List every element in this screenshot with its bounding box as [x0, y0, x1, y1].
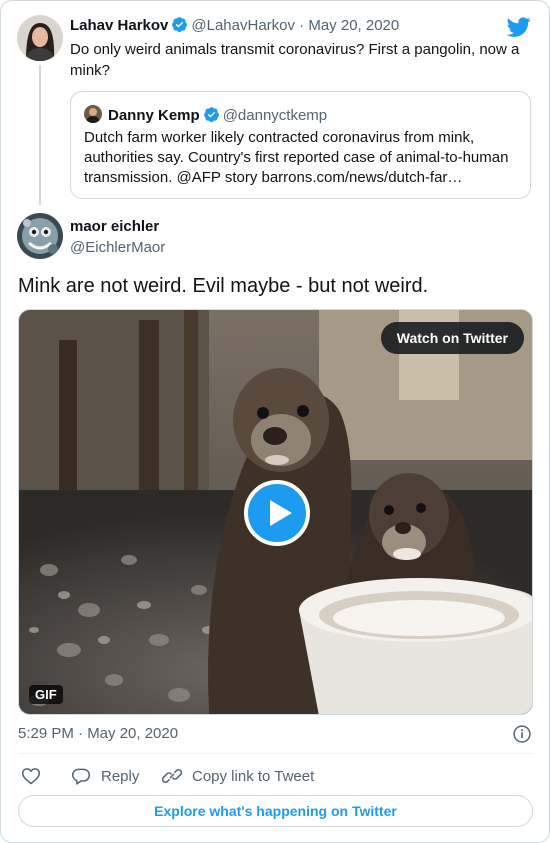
play-icon[interactable]: [244, 480, 310, 546]
tweet-author-name[interactable]: maor eichler: [70, 218, 159, 235]
quoted-author-handle: @dannyctkemp: [222, 107, 328, 124]
parent-author-handle[interactable]: @LahavHarkov: [191, 17, 295, 34]
reply-label: Reply: [101, 767, 140, 785]
header-separator: ·: [299, 17, 305, 34]
actions-divider: [18, 753, 533, 754]
parent-tweet-date[interactable]: May 20, 2020: [308, 17, 399, 34]
copy-link-label: Copy link to Tweet: [192, 767, 315, 785]
gif-badge: GIF: [29, 685, 63, 704]
twitter-bird-icon[interactable]: [507, 15, 531, 39]
reply-button[interactable]: Reply: [71, 765, 139, 787]
copy-link-button[interactable]: Copy link to Tweet: [162, 765, 314, 787]
watch-on-twitter-button[interactable]: Watch on Twitter: [380, 322, 524, 354]
info-icon[interactable]: [512, 724, 532, 744]
link-icon: [162, 768, 182, 784]
danny-avatar: [84, 105, 102, 123]
parent-tweet-header: Lahav Harkov @LahavHarkov · May 20, 2020: [70, 16, 399, 34]
heart-icon: [21, 768, 41, 785]
quoted-tweet[interactable]: Danny Kemp @dannyctkemp Dutch farm worker…: [70, 91, 531, 199]
parent-tweet-text: Do only weird animals transmit coronavir…: [70, 41, 520, 79]
reply-icon: [71, 768, 91, 785]
verified-badge-icon: [203, 107, 219, 123]
maor-avatar[interactable]: [17, 213, 63, 259]
lahav-avatar[interactable]: [17, 15, 63, 61]
quoted-tweet-header: Danny Kemp @dannyctkemp: [84, 105, 327, 124]
gif-media[interactable]: Watch on Twitter GIF: [18, 309, 533, 715]
tweet-embed-card: Lahav Harkov @LahavHarkov · May 20, 2020 …: [0, 0, 550, 843]
parent-author-name[interactable]: Lahav Harkov: [70, 17, 168, 34]
quoted-author-name: Danny Kemp: [108, 107, 200, 124]
tweet-author-handle[interactable]: @EichlerMaor: [70, 239, 165, 256]
tweet-text: Mink are not weird. Evil maybe - but not…: [18, 275, 429, 297]
quoted-tweet-text: Dutch farm worker likely contracted coro…: [84, 129, 509, 186]
explore-twitter-button[interactable]: Explore what's happening on Twitter: [18, 795, 533, 827]
tweet-timestamp[interactable]: 5:29 PM · May 20, 2020: [18, 725, 178, 742]
thread-connector-line: [39, 65, 41, 205]
verified-badge-icon: [172, 17, 188, 33]
like-button[interactable]: [21, 765, 41, 787]
